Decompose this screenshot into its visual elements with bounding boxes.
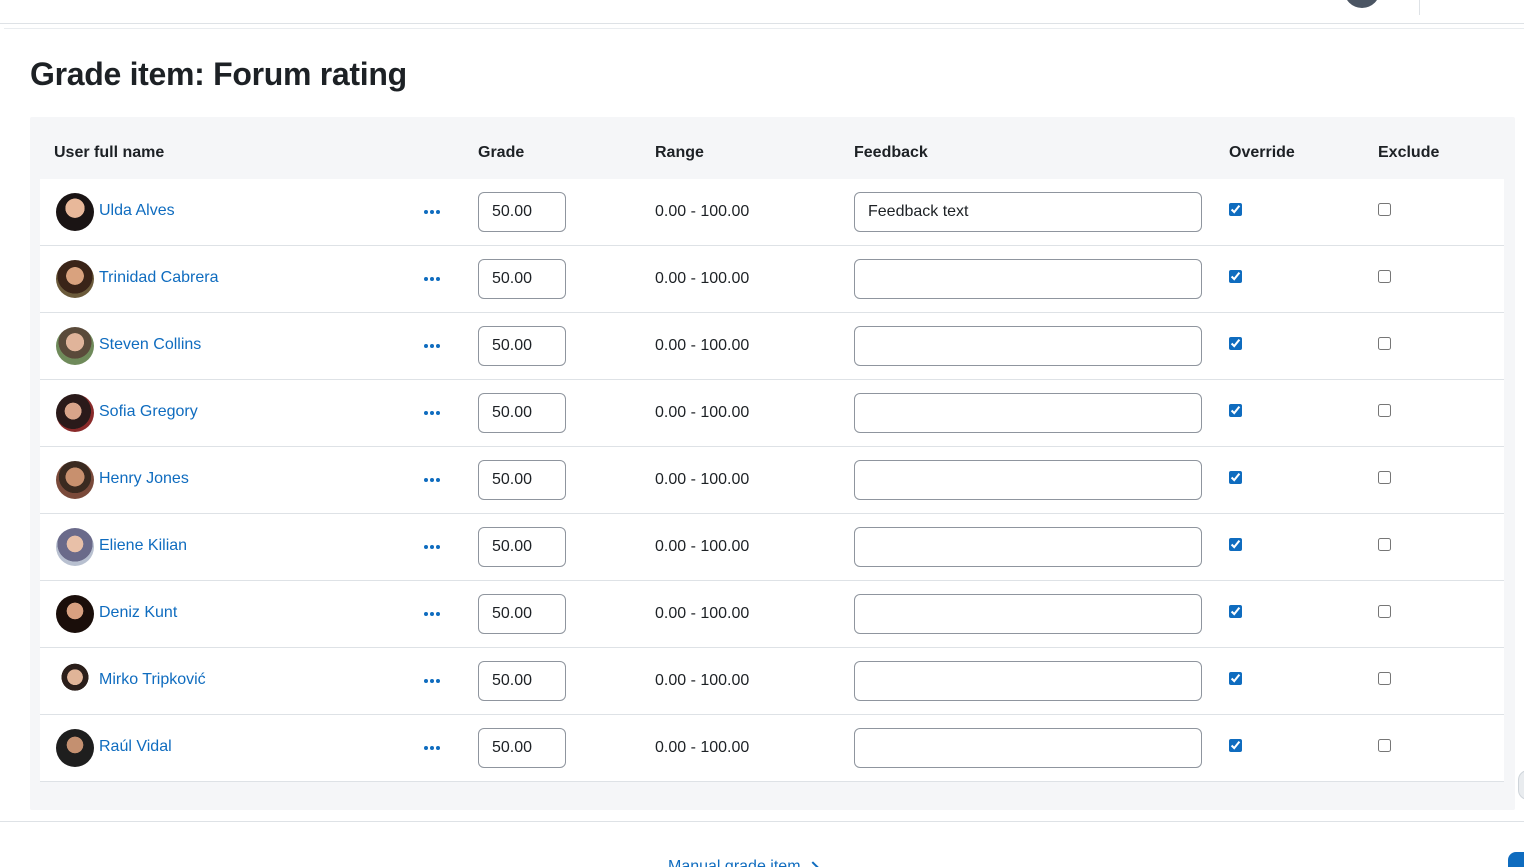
- range-text: 0.00 - 100.00: [655, 672, 750, 689]
- user-name-link[interactable]: Mirko Tripković: [99, 671, 206, 689]
- avatar[interactable]: [56, 662, 94, 700]
- exclude-checkbox[interactable]: [1378, 538, 1391, 551]
- more-horizontal-icon[interactable]: [421, 606, 443, 622]
- more-horizontal-icon[interactable]: [421, 271, 443, 287]
- feedback-input[interactable]: [854, 527, 1202, 567]
- chevron-right-icon: [806, 861, 819, 867]
- header-divider: [4, 28, 1524, 29]
- page-title: Grade item: Forum rating: [30, 56, 407, 92]
- more-horizontal-icon[interactable]: [421, 539, 443, 555]
- override-checkbox[interactable]: [1229, 672, 1242, 685]
- header-exclude: Exclude: [1378, 144, 1440, 161]
- exclude-checkbox[interactable]: [1378, 203, 1391, 216]
- range-text: 0.00 - 100.00: [655, 605, 750, 622]
- next-grade-item-label: Manual grade item: [668, 858, 801, 867]
- table-row: Raúl Vidal 0.00 - 100.00: [40, 715, 1504, 782]
- navbar-divider: [1419, 0, 1420, 15]
- range-text: 0.00 - 100.00: [655, 739, 750, 756]
- header-override: Override: [1229, 144, 1295, 161]
- override-checkbox[interactable]: [1229, 605, 1242, 618]
- table-row: Eliene Kilian 0.00 - 100.00: [40, 514, 1504, 581]
- more-horizontal-icon[interactable]: [421, 405, 443, 421]
- feedback-input[interactable]: [854, 460, 1202, 500]
- override-checkbox[interactable]: [1229, 404, 1242, 417]
- user-name-link[interactable]: Eliene Kilian: [99, 537, 187, 555]
- table-row: Trinidad Cabrera 0.00 - 100.00: [40, 246, 1504, 313]
- override-checkbox[interactable]: [1229, 471, 1242, 484]
- user-name-link[interactable]: Steven Collins: [99, 336, 201, 354]
- table-row: Steven Collins 0.00 - 100.00: [40, 313, 1504, 380]
- grade-input[interactable]: [478, 728, 566, 768]
- drawer-toggle-button[interactable]: [1508, 852, 1524, 867]
- more-horizontal-icon[interactable]: [421, 740, 443, 756]
- avatar[interactable]: [56, 729, 94, 767]
- exclude-checkbox[interactable]: [1378, 337, 1391, 350]
- scroll-handle[interactable]: [1518, 770, 1524, 800]
- range-text: 0.00 - 100.00: [655, 538, 750, 555]
- header-grade: Grade: [478, 144, 525, 161]
- override-checkbox[interactable]: [1229, 739, 1242, 752]
- avatar[interactable]: [56, 461, 94, 499]
- table-row: Henry Jones 0.00 - 100.00: [40, 447, 1504, 514]
- table-row: Sofia Gregory 0.00 - 100.00: [40, 380, 1504, 447]
- exclude-checkbox[interactable]: [1378, 739, 1391, 752]
- header-feedback: Feedback: [854, 144, 928, 161]
- grade-input[interactable]: [478, 594, 566, 634]
- user-name-link[interactable]: Deniz Kunt: [99, 604, 177, 622]
- avatar[interactable]: [56, 260, 94, 298]
- override-checkbox[interactable]: [1229, 203, 1242, 216]
- user-menu-avatar[interactable]: [1344, 0, 1380, 8]
- more-horizontal-icon[interactable]: [421, 338, 443, 354]
- next-grade-item-link[interactable]: Manual grade item: [668, 858, 819, 867]
- grade-input[interactable]: [478, 527, 566, 567]
- range-text: 0.00 - 100.00: [655, 203, 750, 220]
- user-name-link[interactable]: Henry Jones: [99, 470, 189, 488]
- feedback-input[interactable]: [854, 326, 1202, 366]
- range-text: 0.00 - 100.00: [655, 337, 750, 354]
- more-horizontal-icon[interactable]: [421, 204, 443, 220]
- feedback-input[interactable]: [854, 192, 1202, 232]
- feedback-input[interactable]: [854, 661, 1202, 701]
- override-checkbox[interactable]: [1229, 337, 1242, 350]
- avatar[interactable]: [56, 394, 94, 432]
- user-name-link[interactable]: Sofia Gregory: [99, 403, 198, 421]
- override-checkbox[interactable]: [1229, 538, 1242, 551]
- grade-input[interactable]: [478, 326, 566, 366]
- table-row: Ulda Alves 0.00 - 100.00: [40, 179, 1504, 246]
- exclude-checkbox[interactable]: [1378, 471, 1391, 484]
- avatar[interactable]: [56, 193, 94, 231]
- exclude-checkbox[interactable]: [1378, 605, 1391, 618]
- more-horizontal-icon[interactable]: [421, 472, 443, 488]
- footer-divider: [0, 821, 1524, 822]
- more-horizontal-icon[interactable]: [421, 673, 443, 689]
- top-navbar: [0, 0, 1524, 24]
- header-user-full-name: User full name: [54, 144, 165, 161]
- grade-input[interactable]: [478, 460, 566, 500]
- grade-input[interactable]: [478, 661, 566, 701]
- override-checkbox[interactable]: [1229, 270, 1242, 283]
- range-text: 0.00 - 100.00: [655, 404, 750, 421]
- table-row: Mirko Tripković 0.00 - 100.00: [40, 648, 1504, 715]
- table-row: Deniz Kunt 0.00 - 100.00: [40, 581, 1504, 648]
- user-name-link[interactable]: Ulda Alves: [99, 202, 175, 220]
- exclude-checkbox[interactable]: [1378, 672, 1391, 685]
- grade-input[interactable]: [478, 393, 566, 433]
- grade-input[interactable]: [478, 259, 566, 299]
- feedback-input[interactable]: [854, 393, 1202, 433]
- feedback-input[interactable]: [854, 594, 1202, 634]
- feedback-input[interactable]: [854, 259, 1202, 299]
- feedback-input[interactable]: [854, 728, 1202, 768]
- exclude-checkbox[interactable]: [1378, 270, 1391, 283]
- header-range: Range: [655, 144, 704, 161]
- avatar[interactable]: [56, 327, 94, 365]
- user-name-link[interactable]: Raúl Vidal: [99, 738, 172, 756]
- range-text: 0.00 - 100.00: [655, 270, 750, 287]
- range-text: 0.00 - 100.00: [655, 471, 750, 488]
- user-name-link[interactable]: Trinidad Cabrera: [99, 269, 218, 287]
- avatar[interactable]: [56, 528, 94, 566]
- avatar[interactable]: [56, 595, 94, 633]
- grade-input[interactable]: [478, 192, 566, 232]
- exclude-checkbox[interactable]: [1378, 404, 1391, 417]
